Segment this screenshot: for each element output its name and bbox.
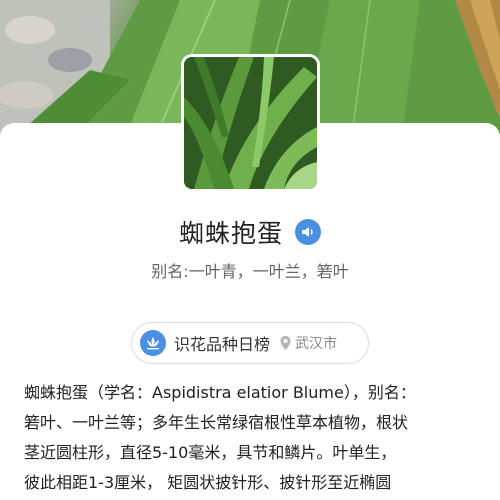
- plant-thumbnail[interactable]: [184, 57, 317, 189]
- speaker-icon: [302, 227, 313, 237]
- location-pin-icon: [280, 336, 291, 350]
- pronunciation-button[interactable]: [295, 219, 321, 245]
- description-line: 茎近圆柱形，直径5-10毫米，具节和鳞片。叶单生，: [24, 443, 397, 462]
- description-line: 彼此相距1-3厘米， 矩圆状披针形、披针形至近椭圆: [24, 473, 392, 492]
- ranking-label: 识花品种日榜: [174, 335, 271, 354]
- ranking-tag[interactable]: 识花品种日榜 武汉市: [131, 322, 369, 364]
- lotus-icon: [140, 330, 166, 356]
- plant-name-row: 蜘蛛抱蛋: [0, 212, 500, 252]
- plant-name: 蜘蛛抱蛋: [178, 219, 283, 248]
- plant-description: 蜘蛛抱蛋（学名：Aspidistra elatior Blume），别名： 箬叶…: [24, 378, 480, 498]
- plant-alias: 别名:一叶青，一叶兰，箬叶: [151, 262, 349, 281]
- description-line: 蜘蛛抱蛋（学名：Aspidistra elatior Blume），别名：: [24, 383, 416, 402]
- location-city: 武汉市: [295, 336, 338, 352]
- description-line: 箬叶、一叶兰等；多年生长常绿宿根性草本植物，根状: [24, 413, 409, 432]
